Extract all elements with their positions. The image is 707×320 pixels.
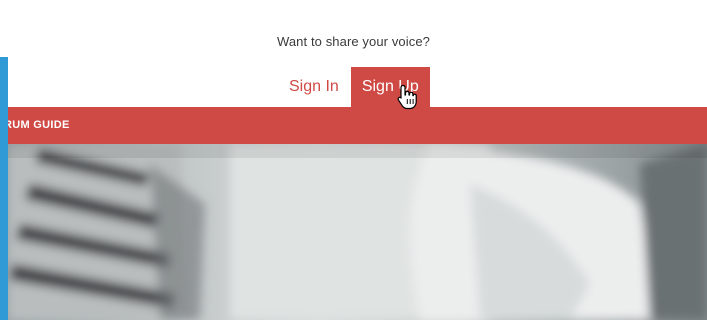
sign-up-button[interactable]: Sign Up xyxy=(350,67,430,107)
share-voice-prompt: Want to share your voice? xyxy=(276,34,431,49)
left-accent-bar xyxy=(0,57,8,320)
hand-pointer-icon xyxy=(397,84,417,115)
sign-in-button[interactable]: Sign In xyxy=(278,67,350,107)
section-header-bar: RUM GUIDE xyxy=(0,107,707,144)
hero-photo xyxy=(0,144,707,320)
hero-image xyxy=(0,144,707,320)
section-header-label: RUM GUIDE xyxy=(4,119,70,131)
